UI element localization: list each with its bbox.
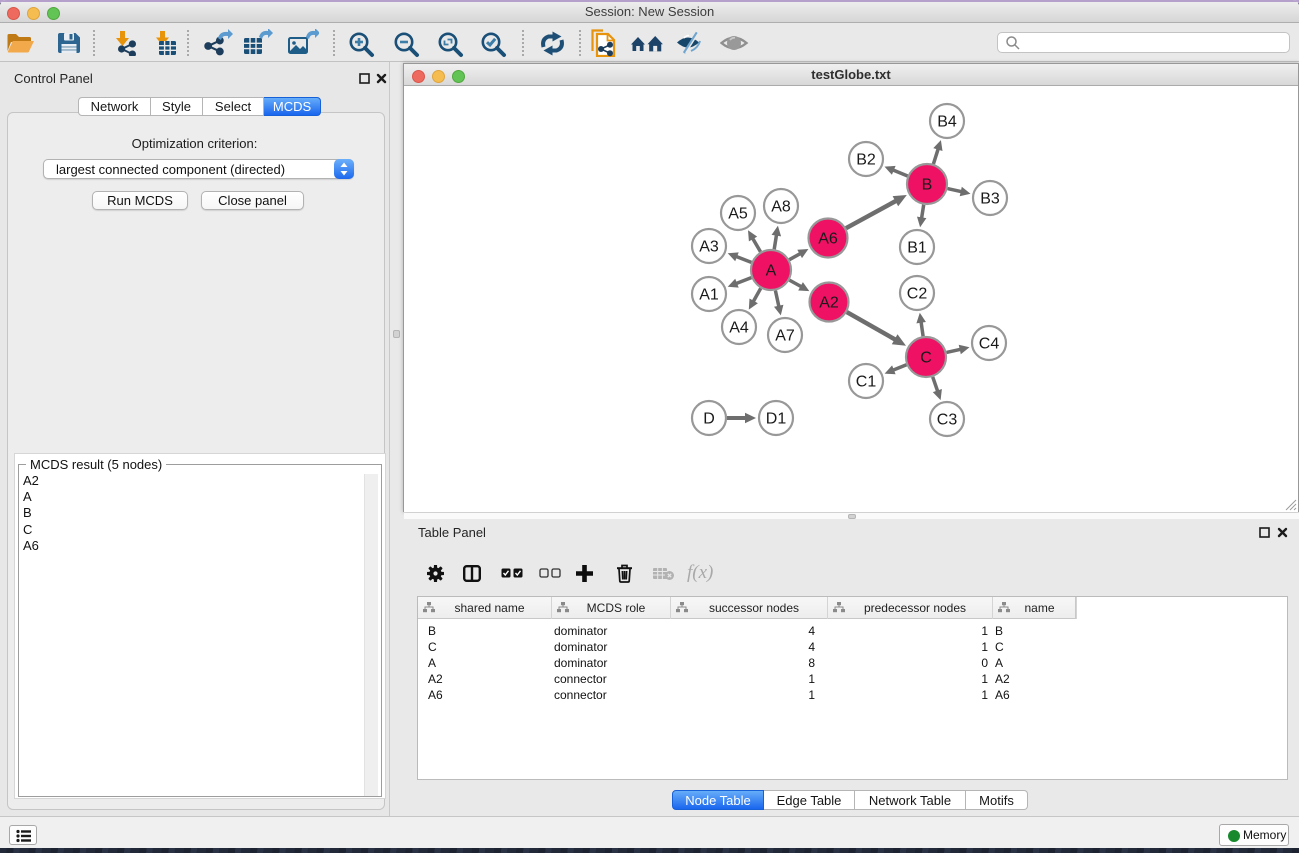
svg-text:B: B xyxy=(922,177,933,194)
svg-text:A2: A2 xyxy=(819,295,839,312)
svg-text:A7: A7 xyxy=(775,328,795,345)
svg-text:A5: A5 xyxy=(728,206,748,223)
svg-text:A1: A1 xyxy=(699,287,719,304)
svg-text:A4: A4 xyxy=(729,320,749,337)
svg-text:C1: C1 xyxy=(856,374,877,391)
svg-text:A3: A3 xyxy=(699,239,719,256)
svg-text:B2: B2 xyxy=(856,152,876,169)
svg-text:D1: D1 xyxy=(766,411,787,428)
svg-text:C3: C3 xyxy=(937,412,958,429)
svg-text:A6: A6 xyxy=(818,231,838,248)
svg-text:B1: B1 xyxy=(907,240,927,257)
svg-text:A: A xyxy=(766,263,777,280)
svg-text:D: D xyxy=(703,411,715,428)
svg-text:B3: B3 xyxy=(980,191,1000,208)
svg-text:B4: B4 xyxy=(937,114,957,131)
svg-text:C: C xyxy=(920,350,932,367)
svg-text:C4: C4 xyxy=(979,336,1000,353)
svg-text:C2: C2 xyxy=(907,286,928,303)
svg-text:A8: A8 xyxy=(771,199,791,216)
